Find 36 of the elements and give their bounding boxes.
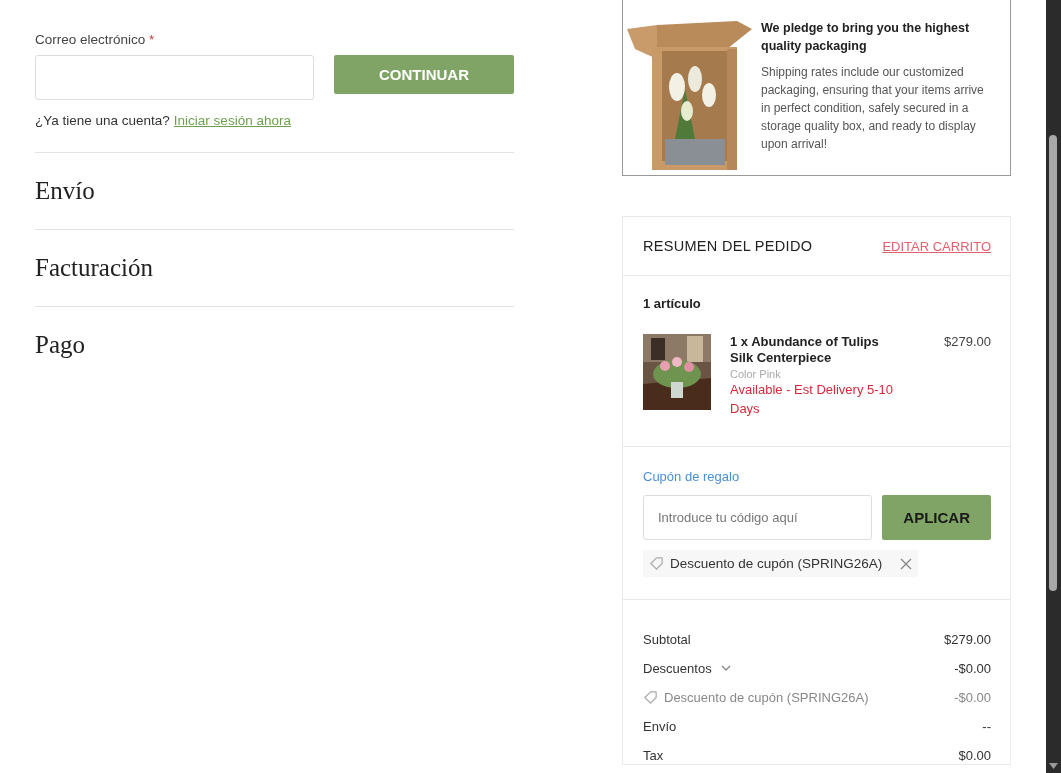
panel-title: We pledge to bring you the highest quality packaging [761, 20, 971, 55]
product-name: 1 x Abundance of Tulips Silk Centerpiece [730, 334, 880, 366]
tag-icon [649, 556, 664, 571]
scrollbar[interactable] [1046, 0, 1061, 773]
item-count: 1 artículo [643, 296, 702, 311]
scroll-down-icon[interactable] [1049, 763, 1058, 769]
panel-text: Shipping rates include our customized packaging, ensuring that your items arrive in perfect condition, safely secured in a storage quality box, and ready to display upon arrival! [761, 64, 985, 153]
email-field[interactable] [35, 55, 314, 100]
field-label: Correo electrónico * [35, 32, 156, 48]
total-value: $279.00 [944, 631, 991, 647]
coupon-name: Descuento de cupón (SPRING26A) [670, 556, 883, 571]
scrollbar-thumb[interactable] [1049, 135, 1057, 591]
account-prompt: ¿Ya tiene una cuenta? [35, 113, 170, 128]
apply-button[interactable]: APLICAR [882, 495, 991, 540]
total-value: -$0.00 [954, 689, 991, 705]
edit-cart-link[interactable]: EDITAR CARRITO [882, 238, 991, 254]
tag-icon [643, 689, 658, 705]
product-option: Color Pink [730, 368, 900, 380]
login-link[interactable]: Iniciar sesión ahora [173, 113, 291, 128]
total-value: -- [982, 718, 991, 734]
total-label: Envío [643, 718, 677, 734]
total-label: Descuento de cupón (SPRING26A) [664, 689, 869, 705]
total-value: $0.00 [958, 747, 991, 763]
coupon-label: Cupón de regalo [643, 469, 741, 484]
summary-title: RESUMEN DEL PEDIDO [643, 238, 813, 254]
availability-text: Available - Est Delivery 5-10 Days [730, 381, 895, 418]
section-heading[interactable]: Pago [35, 331, 85, 359]
total-label: Descuentos [643, 660, 712, 676]
total-label: Subtotal [643, 631, 691, 647]
close-icon[interactable] [900, 557, 913, 570]
total-label: Tax [643, 747, 664, 763]
total-value: -$0.00 [954, 660, 991, 676]
section-heading[interactable]: Facturación [35, 254, 153, 282]
section-heading[interactable]: Envío [35, 177, 95, 205]
product-price: $279.00 [944, 334, 991, 351]
coupon-field[interactable]: Introduce tu código aquí [643, 495, 873, 540]
